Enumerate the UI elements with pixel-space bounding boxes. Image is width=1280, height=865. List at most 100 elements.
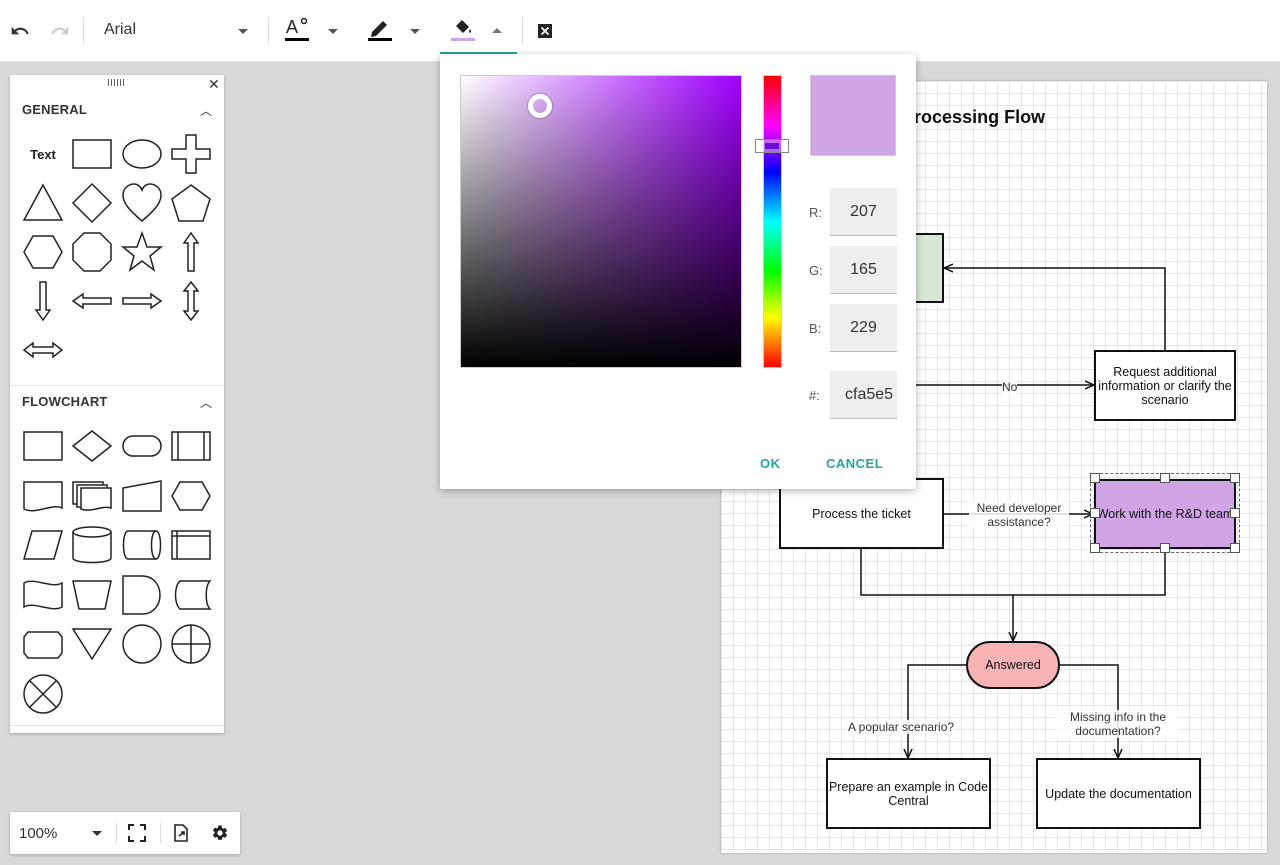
shape-display[interactable]: [22, 623, 64, 665]
zoom-select[interactable]: 100%: [19, 825, 57, 842]
shape-ellipse[interactable]: [121, 133, 163, 175]
general-section-title[interactable]: GENERAL: [22, 102, 87, 117]
shape-or[interactable]: [170, 623, 212, 665]
undo-icon[interactable]: [6, 17, 34, 45]
close-icon[interactable]: ✕: [208, 76, 220, 93]
shape-arrow-down[interactable]: [22, 280, 64, 322]
saturation-cursor[interactable]: [528, 94, 552, 118]
label-popular-scenario[interactable]: A popular scenario?: [848, 720, 955, 734]
hue-slider-handle[interactable]: [755, 139, 789, 153]
shape-internal-storage[interactable]: [170, 524, 212, 566]
resize-handle[interactable]: [1160, 543, 1170, 553]
r-label: R:: [809, 205, 822, 220]
r-input[interactable]: [830, 188, 897, 236]
shape-decision[interactable]: [71, 425, 113, 467]
shape-process[interactable]: [22, 425, 64, 467]
node-request-info[interactable]: Request additional information or clarif…: [1094, 350, 1236, 421]
shapes-panel: ✕ GENERAL ︿ Text FLOWCHART ︿: [10, 75, 224, 733]
shape-delay[interactable]: [121, 574, 163, 616]
hex-label: #:: [809, 388, 820, 403]
node-prepare-example[interactable]: Prepare an example in Code Central: [826, 758, 991, 829]
fill-color-icon[interactable]: [449, 14, 477, 42]
shape-text[interactable]: Text: [22, 133, 64, 175]
line-color-dropdown-icon[interactable]: [410, 29, 420, 34]
resize-handle[interactable]: [1230, 543, 1240, 553]
g-input[interactable]: [830, 246, 897, 294]
color-preview: [810, 75, 896, 156]
font-family-dropdown-icon[interactable]: [238, 29, 248, 34]
shape-arrow-left-right[interactable]: [22, 329, 64, 371]
toolbar: Arial A: [0, 0, 1280, 62]
shape-triangle[interactable]: [22, 182, 64, 224]
shape-connector[interactable]: [121, 623, 163, 665]
resize-handle[interactable]: [1090, 543, 1100, 553]
shape-arrow-up[interactable]: [170, 231, 212, 273]
node-update-docs[interactable]: Update the documentation: [1036, 758, 1201, 829]
shape-octagon[interactable]: [71, 231, 113, 273]
shape-stored-data[interactable]: [170, 574, 212, 616]
shape-terminator[interactable]: [121, 425, 163, 467]
zoom-dropdown-icon[interactable]: [92, 831, 102, 836]
ok-button[interactable]: OK: [760, 456, 781, 471]
node-answered[interactable]: Answered: [966, 641, 1060, 689]
chevron-up-icon[interactable]: ︿: [200, 102, 212, 119]
settings-icon[interactable]: [206, 819, 234, 847]
shape-direct-access-storage[interactable]: [121, 524, 163, 566]
shape-star[interactable]: [121, 231, 163, 273]
toolbar-separator: [268, 17, 269, 44]
shape-predefined-process[interactable]: [170, 425, 212, 467]
export-icon[interactable]: [167, 819, 195, 847]
resize-handle[interactable]: [1160, 473, 1170, 483]
zoom-separator: [160, 823, 161, 843]
shape-manual-operation[interactable]: [71, 574, 113, 616]
label-missing-info[interactable]: Missing info in the documentation?: [1057, 710, 1179, 738]
resize-handle[interactable]: [1230, 508, 1240, 518]
line-color-icon[interactable]: [366, 14, 394, 42]
shape-document[interactable]: [22, 475, 64, 517]
resize-handle[interactable]: [1090, 473, 1100, 483]
shape-data[interactable]: [22, 524, 64, 566]
b-label: B:: [809, 321, 822, 336]
hex-input[interactable]: [830, 371, 897, 419]
resize-handle[interactable]: [1090, 508, 1100, 518]
shape-multiple-documents[interactable]: [71, 475, 113, 517]
b-input[interactable]: [830, 304, 897, 352]
shape-diamond[interactable]: [71, 182, 113, 224]
flowchart-section-title[interactable]: FLOWCHART: [22, 394, 108, 409]
shape-cross[interactable]: [170, 133, 212, 175]
selection-box: [1090, 473, 1240, 553]
font-family-select[interactable]: Arial: [104, 21, 136, 39]
hue-slider[interactable]: [763, 75, 782, 368]
shape-summing-junction[interactable]: [22, 673, 64, 715]
redo-icon[interactable]: [46, 17, 74, 45]
toolbar-separator: [522, 17, 523, 44]
fill-color-dropdown-icon[interactable]: [492, 28, 502, 33]
diagram-title[interactable]: cket Processing Flow: [861, 107, 1261, 128]
zoom-bar: 100%: [10, 812, 240, 854]
shape-arrow-left[interactable]: [71, 280, 113, 322]
chevron-up-icon[interactable]: ︿: [200, 394, 212, 411]
shape-arrow-up-down[interactable]: [170, 280, 212, 322]
font-color-dropdown-icon[interactable]: [328, 29, 338, 34]
label-need-developer[interactable]: Need developer assistance?: [969, 501, 1069, 529]
cancel-button[interactable]: CANCEL: [826, 456, 883, 471]
shape-hexagon[interactable]: [22, 231, 64, 273]
color-picker-dialog: R: G: B: #: OK CANCEL: [440, 54, 916, 489]
clear-icon[interactable]: [531, 17, 559, 45]
shape-paper-tape[interactable]: [22, 574, 64, 616]
resize-handle[interactable]: [1230, 473, 1240, 483]
shape-heart[interactable]: [121, 182, 163, 224]
shape-manual-input[interactable]: [121, 475, 163, 517]
fullscreen-icon[interactable]: [123, 819, 151, 847]
shape-pentagon[interactable]: [170, 182, 212, 224]
panel-drag-handle[interactable]: [108, 79, 124, 86]
saturation-value-area[interactable]: [460, 75, 742, 368]
shape-rectangle[interactable]: [71, 133, 113, 175]
shape-merge[interactable]: [71, 623, 113, 665]
font-color-icon[interactable]: A: [283, 14, 311, 42]
shape-database[interactable]: [71, 524, 113, 566]
shape-arrow-right[interactable]: [121, 280, 163, 322]
shape-preparation[interactable]: [170, 475, 212, 517]
section-divider: [10, 725, 224, 726]
label-no[interactable]: No: [1002, 380, 1018, 394]
